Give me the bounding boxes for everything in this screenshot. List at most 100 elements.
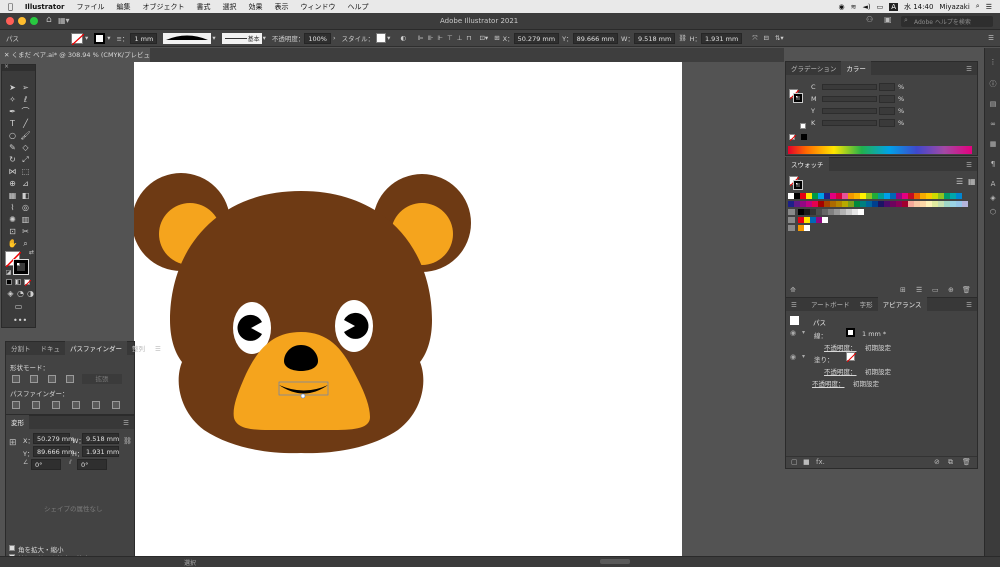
channel-m-slider[interactable] (822, 96, 877, 102)
stroke-weight-field[interactable]: 1 mm (130, 32, 158, 44)
h-field[interactable]: 1.931 mm (700, 32, 743, 44)
divide-icon[interactable] (12, 401, 20, 409)
character-icon[interactable]: A (989, 180, 997, 188)
channel-y-slider[interactable] (822, 108, 877, 114)
trim-icon[interactable] (32, 401, 40, 409)
type-tool-icon[interactable]: T (7, 119, 18, 129)
fill-label[interactable]: 塗り： (814, 354, 834, 364)
menu-file[interactable]: ファイル (71, 2, 111, 12)
menu-edit[interactable]: 編集 (111, 2, 137, 12)
home-icon[interactable]: ⌂ (46, 15, 52, 25)
panel-menu-icon[interactable]: ☰ (150, 343, 166, 355)
new-swatch-icon[interactable]: ⊕ (948, 286, 954, 294)
document-tab[interactable]: ✕ くまだ ベア.ai* @ 308.94 % (CMYK/プレビュー) (0, 48, 150, 62)
stroke-value[interactable]: 1 mm * (862, 330, 886, 338)
mesh-tool-icon[interactable]: ▦ (7, 191, 18, 201)
unite-icon[interactable] (12, 375, 20, 383)
shaper-tool-icon[interactable]: ✎ (7, 143, 18, 153)
stroke-color-swatch[interactable] (846, 328, 855, 337)
arrange-icon[interactable]: ⇅▾ (775, 34, 784, 42)
panel-menu-icon[interactable]: ☰ (961, 299, 977, 311)
share-icon[interactable]: ⚇ (866, 15, 873, 24)
swatch[interactable] (822, 217, 828, 223)
fill-opacity-label[interactable]: 不透明度： (824, 366, 857, 376)
delete-swatch-icon[interactable]: 🗑 (962, 286, 971, 294)
channel-k-field[interactable] (879, 119, 895, 127)
reference-point-icon[interactable]: ⊞ (494, 34, 499, 42)
tab-color[interactable]: カラー (841, 61, 871, 75)
menu-effect[interactable]: 効果 (243, 2, 269, 12)
reference-point-icon[interactable]: ⊞ (9, 438, 17, 448)
tab-swatches[interactable]: スウォッチ (786, 157, 829, 171)
panel-menu-icon[interactable]: ☰ (118, 417, 134, 429)
recolor-icon[interactable]: ◐ (400, 34, 406, 42)
scale-tool-icon[interactable]: ⤢ (20, 155, 31, 165)
rotate-field[interactable]: 0° (31, 459, 61, 470)
swatch[interactable] (858, 209, 864, 215)
align-left-icon[interactable]: ⊫ (418, 34, 424, 42)
wifi-icon[interactable]: ≋ (851, 3, 857, 11)
menu-app[interactable]: Illustrator (19, 3, 71, 11)
panel-menu-icon[interactable]: ☰ (988, 34, 994, 42)
y-field[interactable]: 89.666 mm (572, 32, 619, 44)
screen-mode-icon[interactable]: ▭ (13, 302, 24, 312)
white-color-icon[interactable] (800, 123, 806, 129)
arrange-docs-icon[interactable]: ▣ (884, 15, 892, 24)
lasso-tool-icon[interactable]: ℓ (20, 95, 31, 105)
bear-illustration[interactable] (134, 62, 682, 556)
info-icon[interactable]: ⓘ (989, 80, 997, 88)
delete-item-icon[interactable]: 🗑 (962, 458, 971, 466)
blend-tool-icon[interactable]: ◎ (20, 203, 31, 213)
tab-transform[interactable]: 変形 (6, 415, 29, 429)
menu-object[interactable]: オブジェクト (137, 2, 191, 12)
color-group-folder-icon[interactable] (788, 217, 795, 223)
chevron-down-icon[interactable]: ▾ (212, 34, 215, 42)
x-field[interactable]: 50.279 mm (513, 32, 560, 44)
merge-icon[interactable] (52, 401, 60, 409)
shear-field[interactable]: 0° (77, 459, 107, 470)
input-method-icon[interactable]: A (889, 2, 898, 11)
thumbnail-view-icon[interactable]: ▦ (968, 177, 976, 186)
symbol-sprayer-tool-icon[interactable]: ✺ (7, 215, 18, 225)
w-field[interactable]: 9.518 mm (82, 433, 119, 444)
swatch[interactable] (956, 193, 962, 199)
menu-view[interactable]: 表示 (269, 2, 295, 12)
layers-stack-icon[interactable]: ◈ (989, 194, 997, 202)
channel-c-field[interactable] (879, 83, 895, 91)
isolate-icon[interactable]: ⊟ (764, 34, 769, 42)
black-color-icon[interactable] (801, 134, 807, 140)
apple-icon[interactable]:  (0, 2, 19, 11)
links-icon[interactable]: ∞ (989, 120, 997, 128)
minimize-window-button[interactable] (18, 17, 26, 25)
add-stroke-icon[interactable]: ▢ (791, 458, 798, 466)
minus-back-icon[interactable] (112, 401, 120, 409)
menu-help[interactable]: ヘルプ (342, 2, 375, 12)
color-stroke-swatch[interactable] (793, 93, 803, 103)
artboard-tool-icon[interactable]: ⊡ (7, 227, 18, 237)
new-color-group-icon[interactable]: ▭ (932, 286, 939, 294)
stroke-opacity-label[interactable]: 不透明度： (824, 342, 857, 352)
tab-glyphs[interactable]: 字形 (855, 297, 878, 311)
column-graph-tool-icon[interactable]: ▥ (20, 215, 31, 225)
link-icon[interactable]: ⛓ (678, 34, 686, 42)
shape-builder-tool-icon[interactable]: ⊕ (7, 179, 18, 189)
opacity-field[interactable]: 100% (304, 32, 331, 44)
tab-document-info[interactable]: ドキュ (36, 341, 66, 355)
add-effect-button[interactable]: fx. (816, 458, 825, 466)
opacity-label[interactable]: 不透明度： (812, 378, 845, 388)
intersect-icon[interactable] (48, 375, 56, 383)
duplicate-item-icon[interactable]: ⧉ (948, 458, 953, 467)
selection-tool-icon[interactable]: ➤ (7, 83, 18, 93)
visibility-eye-icon[interactable]: ◉ (790, 353, 796, 361)
horizontal-scrollbar[interactable] (600, 559, 630, 564)
tab-separation-preview[interactable]: 分割ト (6, 341, 36, 355)
outline-icon[interactable] (92, 401, 100, 409)
status-icon[interactable]: ◉ (838, 3, 844, 11)
brush-definition[interactable]: 基本 (221, 32, 262, 44)
align-middle-icon[interactable]: ⊥ (457, 34, 463, 42)
swatch-library-icon[interactable]: ⟰ (790, 286, 796, 294)
color-spectrum-bar[interactable] (788, 146, 972, 154)
menu-list-icon[interactable]: ☰ (986, 3, 992, 11)
paintbrush-tool-icon[interactable]: 🖌 (20, 131, 31, 141)
chevron-down-icon[interactable]: ▾ (85, 34, 88, 42)
